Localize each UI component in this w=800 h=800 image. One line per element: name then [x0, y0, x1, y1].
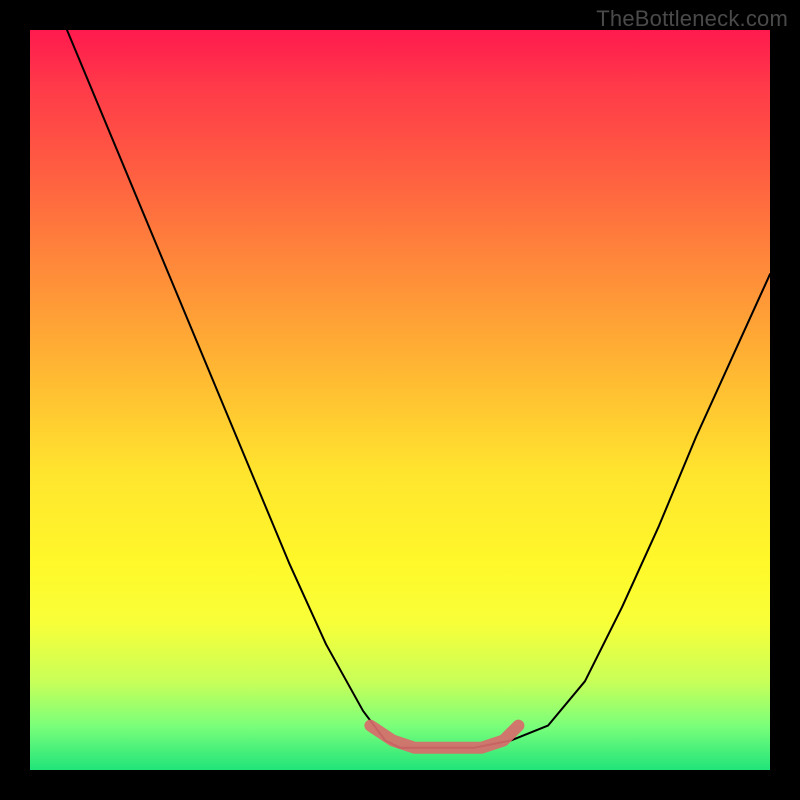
- plot-area: [30, 30, 770, 770]
- attribution-label: TheBottleneck.com: [596, 6, 788, 32]
- series-valley-highlight: [370, 726, 518, 748]
- series-group: [67, 30, 770, 748]
- series-right-arm: [415, 274, 770, 748]
- series-left-arm: [67, 30, 415, 748]
- chart-frame: TheBottleneck.com: [0, 0, 800, 800]
- chart-svg: [30, 30, 770, 770]
